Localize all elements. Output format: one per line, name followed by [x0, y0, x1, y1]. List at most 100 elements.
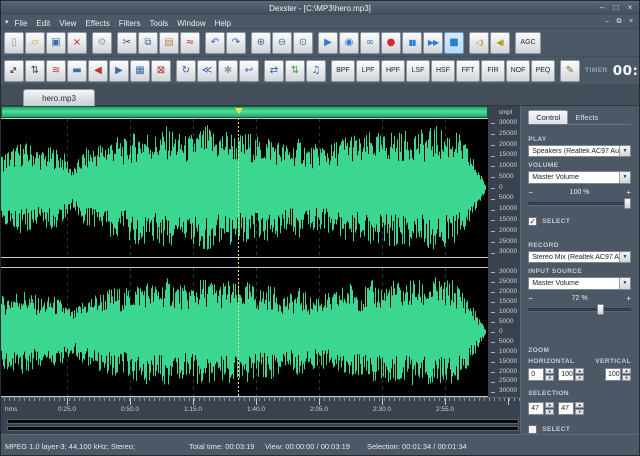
zoom-vertical-value[interactable]: 100: [605, 368, 621, 381]
amplify-button[interactable]: ≋: [46, 60, 66, 82]
close-file-button[interactable]: ×: [67, 32, 87, 54]
save-file-button[interactable]: ▣: [46, 32, 66, 54]
spin-up-icon[interactable]: ▲: [622, 368, 631, 374]
normalize-button[interactable]: ⇅: [25, 60, 45, 82]
copy-button[interactable]: ⧉: [138, 32, 158, 54]
filter-nof-button[interactable]: NOF: [506, 60, 530, 82]
input-increase-button[interactable]: +: [621, 294, 631, 303]
noise-reduction-button[interactable]: ✱: [218, 60, 238, 82]
time-ruler[interactable]: hms 0:25.00:50.01:15.01:40.02:05.02:30.0…: [1, 397, 519, 417]
input-slider[interactable]: [528, 304, 631, 313]
filter-lpf-button[interactable]: LPF: [356, 60, 380, 82]
selection-end-spinner[interactable]: 47 ▲▼: [558, 402, 584, 415]
right-channel[interactable]: [1, 267, 488, 397]
volume-slider[interactable]: [528, 198, 631, 207]
paste-button[interactable]: ▤: [159, 32, 179, 54]
zoom-horizontal-end-spinner[interactable]: 100 ▲▼: [558, 368, 584, 381]
horizontal-scrollbar-left[interactable]: [7, 419, 519, 424]
speaker-input-button[interactable]: ◁): [469, 32, 489, 54]
swap-channels-button[interactable]: ↻: [176, 60, 196, 82]
close-button[interactable]: ×: [625, 3, 635, 13]
volume-slider-thumb[interactable]: [624, 198, 631, 209]
menu-pin-icon[interactable]: ▾: [5, 18, 9, 26]
mix-button[interactable]: ≈: [180, 32, 200, 54]
preset-editor-button[interactable]: ✎: [560, 60, 580, 82]
cut-button[interactable]: ✂: [117, 32, 137, 54]
zoom-horizontal-end-value[interactable]: 100: [558, 368, 574, 381]
input-decrease-button[interactable]: −: [528, 294, 538, 303]
redo-button[interactable]: ↷: [226, 32, 246, 54]
select-bottom-checkbox[interactable]: [528, 425, 537, 434]
selection-start-spinner[interactable]: 47 ▲▼: [528, 402, 554, 415]
menu-edit[interactable]: Edit: [36, 19, 50, 28]
record-button[interactable]: ●: [381, 32, 401, 54]
menu-tools[interactable]: Tools: [150, 19, 169, 28]
fade-in-button[interactable]: ◀: [88, 60, 108, 82]
zoom-selection-button[interactable]: ⊙: [293, 32, 313, 54]
tab-control[interactable]: Control: [528, 110, 568, 124]
tab-effects[interactable]: Effects: [568, 111, 605, 124]
reverse-button[interactable]: ↩: [239, 60, 259, 82]
minimize-button[interactable]: –: [597, 3, 607, 13]
document-close-button[interactable]: ×: [627, 18, 635, 26]
menu-window[interactable]: Window: [177, 19, 205, 28]
zoom-vertical-spinner[interactable]: 100 ▲▼: [605, 368, 631, 381]
invert-button[interactable]: ▦: [130, 60, 150, 82]
undo-button[interactable]: ↶: [205, 32, 225, 54]
filter-fft-button[interactable]: FFT: [456, 60, 480, 82]
play-file-button[interactable]: ◉: [339, 32, 359, 54]
envelope-button[interactable]: ⊠: [151, 60, 171, 82]
zoom-in-button[interactable]: ⊕: [251, 32, 271, 54]
input-slider-thumb[interactable]: [597, 304, 604, 315]
menu-view[interactable]: View: [59, 19, 76, 28]
play-device-select[interactable]: Speakers (Realtek AC97 Au ▼: [528, 145, 631, 157]
select-checkbox[interactable]: ✓: [528, 217, 537, 226]
fade-out-button[interactable]: ▶: [109, 60, 129, 82]
agc-button[interactable]: AGC: [515, 32, 541, 54]
filter-lsf-button[interactable]: LSF: [406, 60, 430, 82]
chevron-down-icon[interactable]: ▼: [619, 278, 630, 288]
filter-hsf-button[interactable]: HSF: [431, 60, 455, 82]
zoom-horizontal-start-spinner[interactable]: 0 ▲▼: [528, 368, 554, 381]
options-button[interactable]: ⚙: [92, 32, 112, 54]
menu-help[interactable]: Help: [215, 19, 231, 28]
spin-down-icon[interactable]: ▼: [545, 409, 554, 415]
open-file-button[interactable]: ▱: [25, 32, 45, 54]
selection-end-value[interactable]: 47: [558, 402, 574, 415]
filter-fir-button[interactable]: FIR: [481, 60, 505, 82]
filter-peq-button[interactable]: PEQ: [531, 60, 555, 82]
spin-up-icon[interactable]: ▲: [575, 368, 584, 374]
input-source-select[interactable]: Master Volume ▼: [528, 277, 631, 289]
insert-silence-button[interactable]: ⇄: [264, 60, 284, 82]
volume-increase-button[interactable]: +: [621, 188, 631, 197]
zoom-out-button[interactable]: ⊖: [272, 32, 292, 54]
menu-file[interactable]: File: [15, 19, 28, 28]
spin-up-icon[interactable]: ▲: [545, 402, 554, 408]
loop-button[interactable]: ∞: [360, 32, 380, 54]
zoom-horizontal-start-value[interactable]: 0: [528, 368, 544, 381]
filter-hpf-button[interactable]: HPF: [381, 60, 405, 82]
forward-button[interactable]: ▶▶: [423, 32, 443, 54]
spin-up-icon[interactable]: ▲: [545, 368, 554, 374]
spin-up-icon[interactable]: ▲: [575, 402, 584, 408]
document-tab[interactable]: hero.mp3: [23, 89, 95, 106]
filter-bpf-button[interactable]: BPF: [331, 60, 355, 82]
speaker-output-button[interactable]: ◀): [490, 32, 510, 54]
play-button[interactable]: ▶: [318, 32, 338, 54]
playhead-marker-icon[interactable]: [235, 108, 243, 114]
volume-decrease-button[interactable]: −: [528, 188, 538, 197]
wave-display[interactable]: [1, 118, 488, 397]
menu-effects[interactable]: Effects: [85, 19, 109, 28]
overview-strip[interactable]: [1, 106, 488, 118]
playhead-line[interactable]: [238, 118, 239, 397]
chevron-down-icon[interactable]: ▼: [619, 252, 630, 262]
new-file-button[interactable]: ▯: [4, 32, 24, 54]
adjust-pitch-button[interactable]: ⇅: [285, 60, 305, 82]
spin-down-icon[interactable]: ▼: [575, 409, 584, 415]
spin-down-icon[interactable]: ▼: [622, 375, 631, 381]
chevron-down-icon[interactable]: ▼: [619, 172, 630, 182]
stretch-button[interactable]: ↔: [4, 60, 24, 82]
spin-down-icon[interactable]: ▼: [575, 375, 584, 381]
left-channel[interactable]: [1, 118, 488, 258]
spin-down-icon[interactable]: ▼: [545, 375, 554, 381]
